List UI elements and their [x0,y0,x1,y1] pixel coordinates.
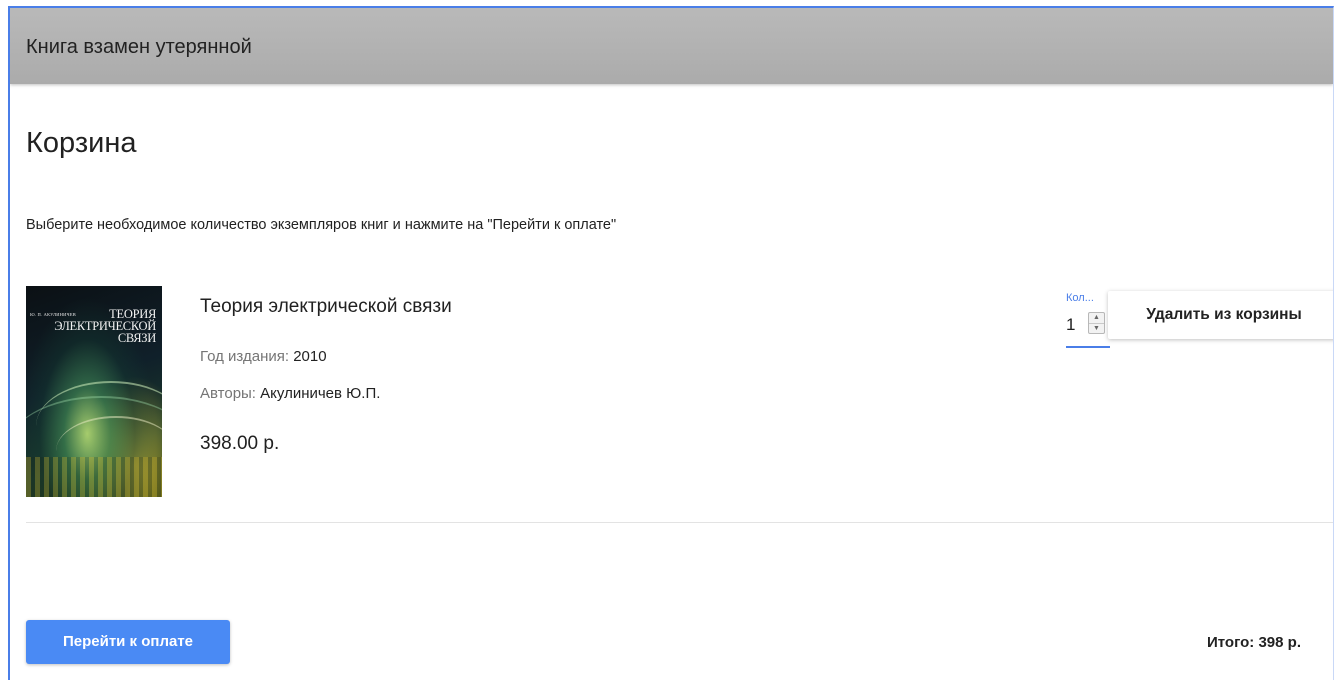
header-title: Книга взамен утерянной [26,36,252,58]
app-window: Книга взамен утерянной Корзина Выберите … [8,6,1334,680]
instructions-text: Выберите необходимое количество экземпля… [26,217,617,233]
book-authors: Авторы: Акулиничев Ю.П. [200,385,380,402]
book-cover-image: Ю. П. АКУЛИНИЧЕВ ТЕОРИЯ ЭЛЕКТРИЧЕСКОЙ СВ… [26,286,162,497]
proceed-to-payment-button[interactable]: Перейти к оплате [26,620,230,664]
quantity-field[interactable]: Кол... 1 ▲ ▼ [1066,292,1110,348]
book-year: Год издания: 2010 [200,348,327,365]
total-label: Итого: [1206,634,1255,651]
cart-total: Итого: 398 р. [1207,634,1301,651]
app-header: Книга взамен утерянной [10,8,1333,84]
decrement-arrow-icon[interactable]: ▼ [1089,323,1104,333]
spinner-arrows-icon[interactable]: ▲ ▼ [1088,312,1105,334]
year-label: Год издания: [200,348,290,365]
year-value: 2010 [293,348,327,365]
page-title: Корзина [26,127,137,159]
book-price: 398.00 р. [200,433,280,454]
total-value: 398 р. [1258,634,1301,651]
cover-decoration [26,457,162,497]
cover-title: ТЕОРИЯ ЭЛЕКТРИЧЕСКОЙ СВЯЗИ [54,307,156,345]
cart-item: Ю. П. АКУЛИНИЧЕВ ТЕОРИЯ ЭЛЕКТРИЧЕСКОЙ СВ… [26,286,1333,523]
authors-value: Акулиничев Ю.П. [260,385,381,402]
increment-arrow-icon[interactable]: ▲ [1089,313,1104,323]
quantity-input[interactable]: 1 [1066,315,1075,335]
book-title: Теория электрической связи [200,296,452,317]
quantity-label: Кол... [1066,292,1094,304]
authors-label: Авторы: [200,385,256,402]
remove-from-cart-button[interactable]: Удалить из корзины [1108,291,1333,339]
